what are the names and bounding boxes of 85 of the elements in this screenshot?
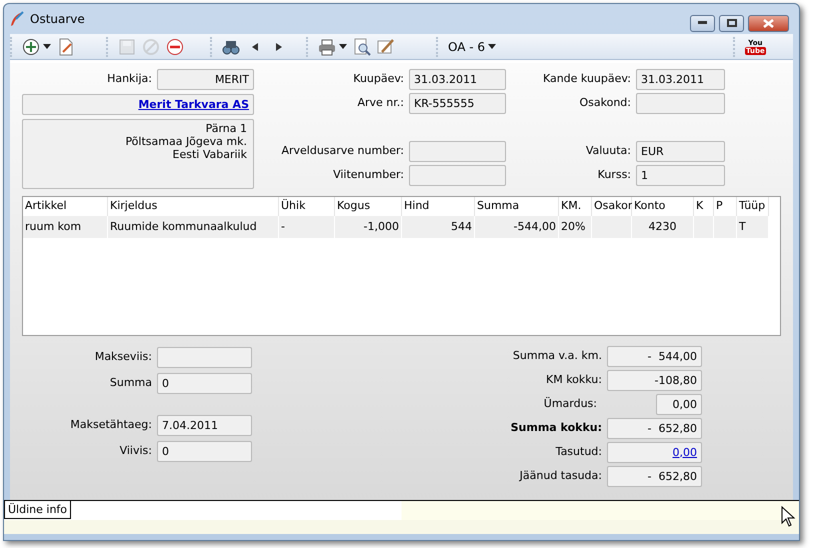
input-field[interactable] <box>636 92 725 114</box>
input-field[interactable]: - 652,80 <box>607 418 702 438</box>
address-line: Pärna 1 <box>204 122 247 135</box>
input-field[interactable] <box>157 346 252 368</box>
save-icon <box>118 38 136 56</box>
field-label: KM kokku: <box>546 372 602 388</box>
field-label: Viivis: <box>118 442 152 459</box>
table-cell: ruum kom <box>23 216 108 238</box>
input-field[interactable]: EUR <box>636 140 725 162</box>
field-label: Valuuta: <box>584 142 631 159</box>
input-field[interactable]: 0 <box>157 372 252 394</box>
column-header: Kogus <box>335 197 402 216</box>
column-header: Ühik <box>279 197 335 216</box>
close-button[interactable] <box>748 14 789 32</box>
field-label: Makseviis: <box>94 348 152 365</box>
input-field[interactable]: 0,00 <box>656 394 702 414</box>
table-cell: -1,000 <box>335 216 402 238</box>
input-field[interactable]: - 544,00 <box>607 346 702 366</box>
field-label: Kurss: <box>596 166 631 183</box>
minimize-icon <box>698 21 707 25</box>
field-label: Jäänud tasuda: <box>520 468 602 484</box>
caret-icon <box>488 44 496 49</box>
column-header: K <box>694 197 714 216</box>
document-selector[interactable]: OA - 6 <box>448 38 496 56</box>
printer-icon <box>318 38 336 56</box>
field-label: Viitenumber: <box>332 166 404 183</box>
tab[interactable]: Üldine info <box>4 501 72 519</box>
field-label: Kuupäev: <box>352 70 404 87</box>
column-header: Hind <box>402 197 475 216</box>
caret-icon <box>43 44 51 49</box>
input-field[interactable]: 1 <box>636 164 725 186</box>
field-label: Summa v.a. km. <box>512 348 602 364</box>
input-field[interactable] <box>409 140 506 162</box>
table-cell: 20% <box>559 216 592 238</box>
caret-icon <box>339 44 347 49</box>
input-field[interactable]: -108,80 <box>607 370 702 390</box>
toolbar-button[interactable] <box>318 38 347 56</box>
input-field[interactable]: - 652,80 <box>607 466 702 486</box>
field-label: Osakond: <box>578 94 631 111</box>
column-header: Artikkel <box>23 197 108 216</box>
column-header: KM. <box>559 197 592 216</box>
table-cell: 544 <box>402 216 475 238</box>
field-label: Arveldusarve number: <box>280 142 404 159</box>
field-label: Kande kuupäev: <box>542 70 631 87</box>
delete-icon <box>166 38 184 56</box>
column-header: P <box>714 197 737 216</box>
field-label: Summa <box>108 374 152 391</box>
print-preview-icon <box>353 38 371 56</box>
paid-amount-link[interactable]: 0,00 <box>672 446 697 458</box>
table-cell: - <box>279 216 335 238</box>
input-field[interactable]: 31.03.2011 <box>409 68 506 90</box>
column-header: Kirjeldus <box>108 197 279 216</box>
field-label: Ümardus: <box>544 396 597 412</box>
table-cell: -544,00 <box>475 216 559 238</box>
table-cell: T <box>737 216 769 238</box>
field-label: Arve nr.: <box>356 94 404 111</box>
field-label: Tasutud: <box>556 444 602 460</box>
address-line: Eesti Vabariik <box>172 148 247 161</box>
column-header: Tüüp <box>737 197 769 216</box>
input-field[interactable] <box>409 164 506 186</box>
column-header: Konto <box>632 197 694 216</box>
field-label: Summa kokku: <box>510 420 602 436</box>
field-label: Maksetähtaeg: <box>69 416 152 433</box>
toolbar-button[interactable] <box>22 38 51 56</box>
input-field[interactable]: 31.03.2011 <box>636 68 725 90</box>
input-field[interactable]: KR-555555 <box>409 92 506 114</box>
input-field[interactable]: 0 <box>157 440 252 462</box>
window-title: Ostuarve <box>30 11 85 28</box>
input-field[interactable]: MERIT <box>157 68 254 90</box>
maximize-button[interactable] <box>719 14 744 32</box>
maximize-icon <box>726 19 736 27</box>
add-icon <box>22 38 40 56</box>
column-header: Summa <box>475 197 559 216</box>
document-pen-icon <box>377 38 395 56</box>
field-label: Hankija: <box>106 70 152 87</box>
cancel-icon <box>142 38 160 56</box>
close-icon <box>763 18 774 28</box>
edit-document-icon <box>57 38 75 56</box>
feather-icon <box>10 11 24 27</box>
supplier-link[interactable]: Merit Tarkvara AS <box>138 98 249 111</box>
table-cell: 4230 <box>632 216 694 238</box>
address-line: Põltsamaa Jõgeva mk. <box>124 135 247 148</box>
table-cell: Ruumide kommunaalkulud <box>108 216 279 238</box>
input-field[interactable]: 7.04.2011 <box>157 414 252 436</box>
minimize-button[interactable] <box>690 14 715 32</box>
